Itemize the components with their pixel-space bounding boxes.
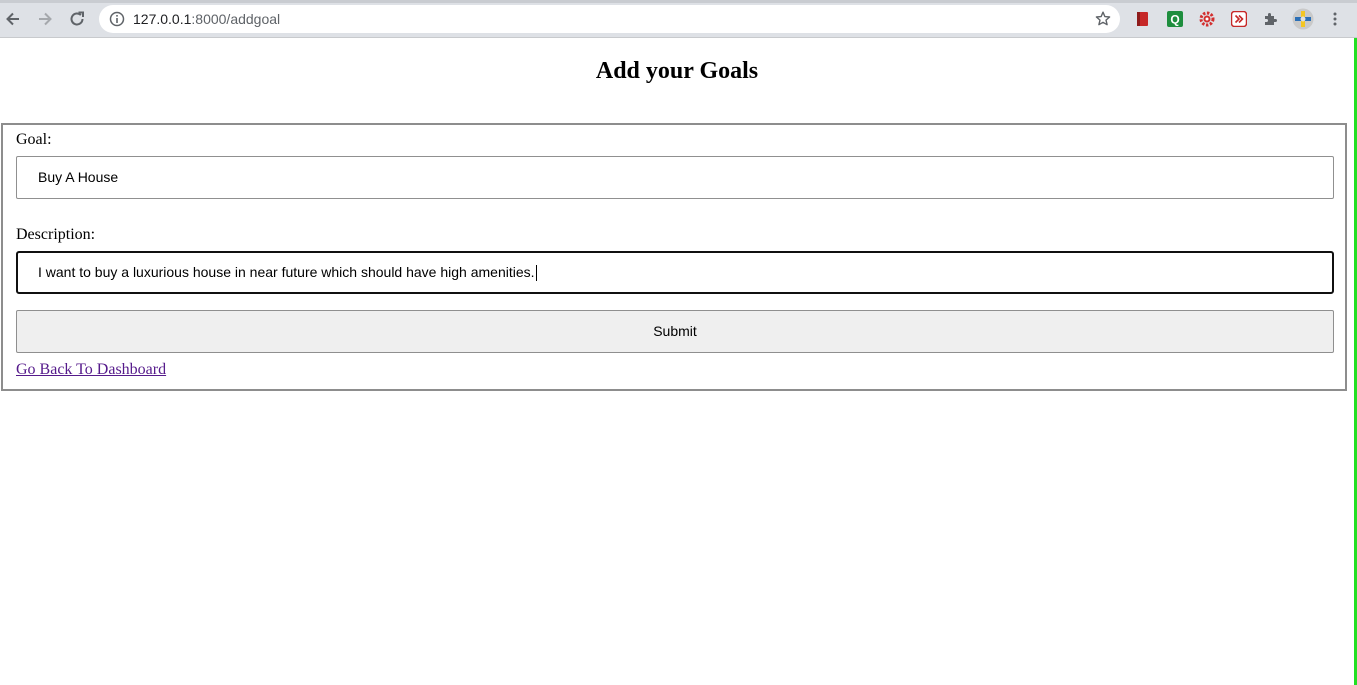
description-input[interactable]: I want to buy a luxurious house in near … — [16, 251, 1334, 294]
back-arrow-icon[interactable] — [2, 8, 24, 30]
url-text[interactable]: 127.0.0.1:8000/addgoal — [133, 5, 280, 33]
text-caret — [535, 265, 537, 282]
page-title: Add your Goals — [595, 58, 759, 84]
info-icon[interactable] — [109, 11, 125, 27]
svg-text:Q: Q — [1170, 13, 1179, 27]
description-label: Description: — [16, 226, 96, 243]
kebab-menu-icon[interactable] — [1326, 10, 1344, 28]
red-book-extension-icon[interactable] — [1133, 10, 1151, 28]
address-bar[interactable]: 127.0.0.1:8000/addgoal — [99, 5, 1120, 33]
url-host: 127.0.0.1 — [133, 11, 192, 27]
url-path: :8000/addgoal — [191, 11, 281, 27]
reload-icon[interactable] — [66, 8, 88, 30]
bookmark-star-icon[interactable] — [1094, 10, 1112, 28]
profile-avatar-icon[interactable] — [1292, 8, 1314, 30]
red-play-extension-icon[interactable] — [1230, 10, 1248, 28]
tab-strip-edge — [0, 0, 1357, 3]
goal-input-value: Buy A House — [38, 169, 119, 185]
back-to-dashboard-link[interactable]: Go Back To Dashboard — [16, 360, 166, 380]
goal-label: Goal: — [16, 131, 52, 148]
goal-input[interactable]: Buy A House — [16, 156, 1334, 199]
forward-arrow-icon[interactable] — [34, 8, 56, 30]
browser-toolbar: 127.0.0.1:8000/addgoal Q — [0, 0, 1357, 38]
red-gear-extension-icon[interactable] — [1198, 10, 1216, 28]
q-extension-icon[interactable]: Q — [1166, 10, 1184, 28]
submit-button[interactable]: Submit — [16, 310, 1334, 353]
puzzle-extensions-icon[interactable] — [1262, 10, 1280, 28]
add-goal-form: Goal: Buy A House Description: I want to… — [1, 123, 1347, 391]
description-input-value: I want to buy a luxurious house in near … — [38, 264, 535, 280]
